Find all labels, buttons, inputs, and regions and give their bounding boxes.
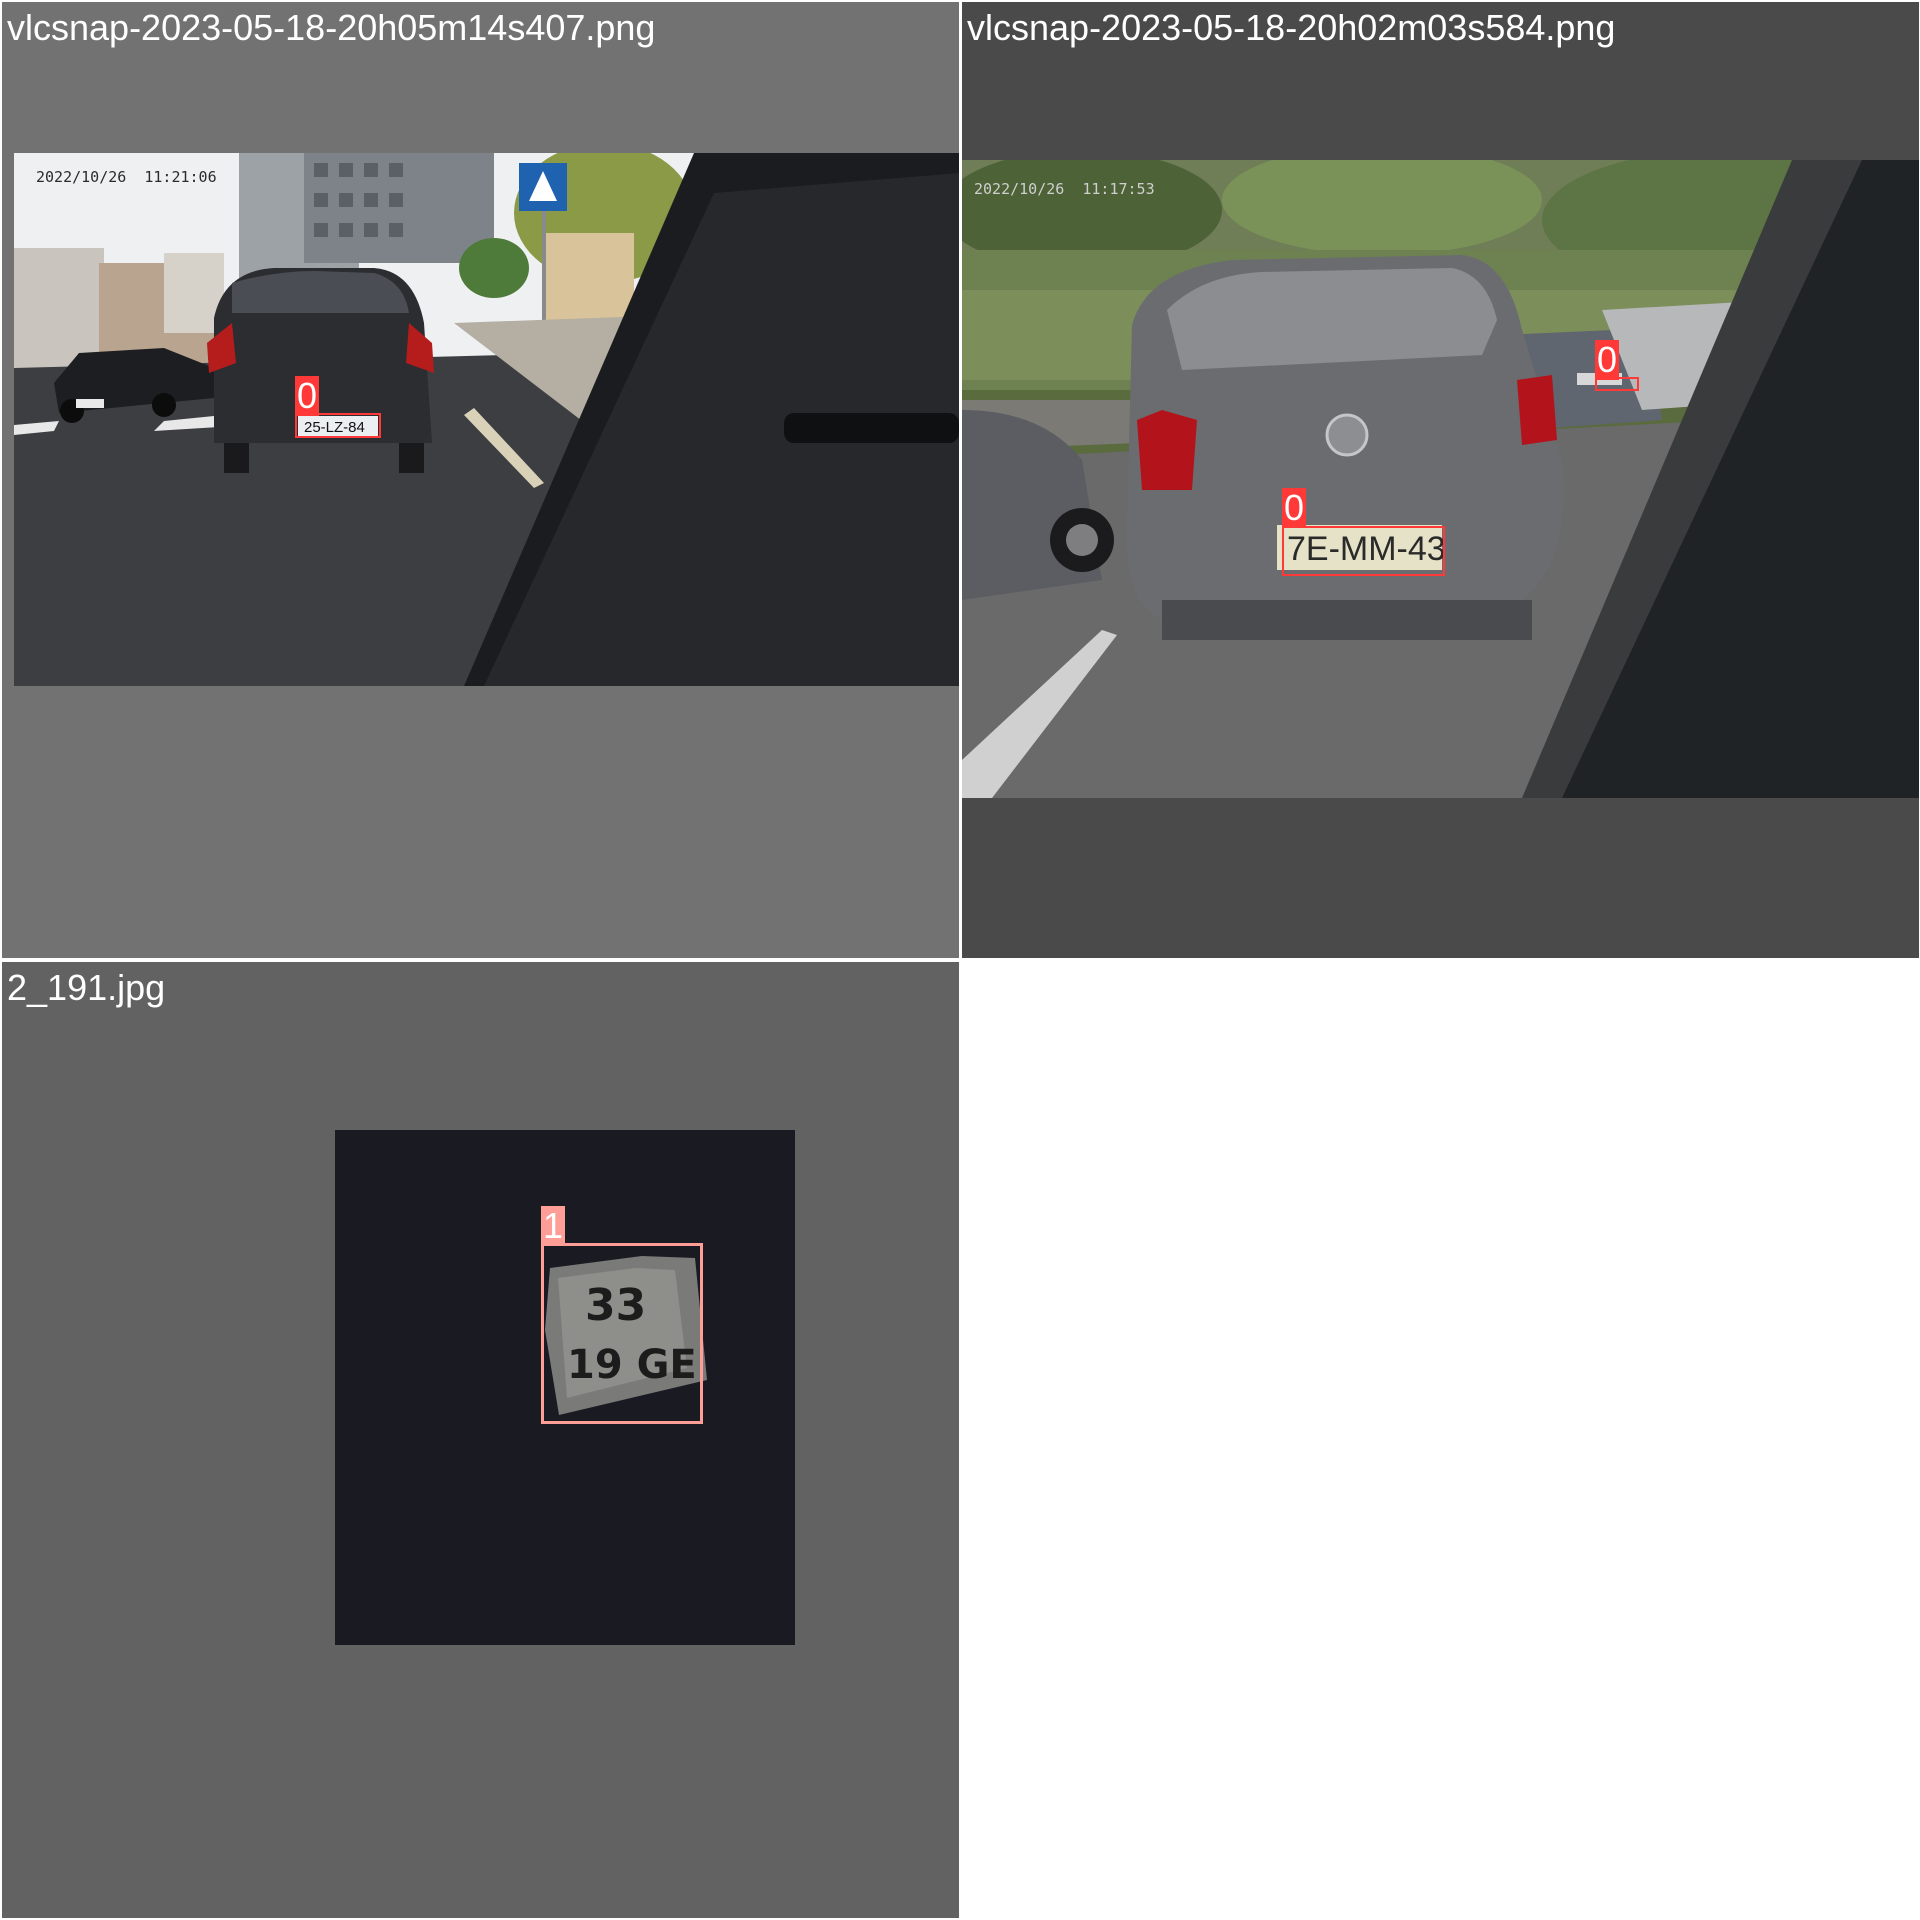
tile-1-detection-box <box>295 413 381 438</box>
tile-2-detection-label-2: 0 <box>1595 339 1619 380</box>
mosaic-tile-1: vlcsnap-2023-05-18-20h05m14s407.png 25-L… <box>2 2 959 958</box>
tile-1-photo: 25-LZ-84 2022/10/26 11:21:06 <box>14 153 959 686</box>
tile-3-detection-box <box>541 1243 703 1424</box>
tile-2-timestamp: 2022/10/26 11:17:53 <box>974 180 1155 198</box>
mosaic-tile-3: 2_191.jpg 33 19 GE 1 <box>2 962 959 1918</box>
tile-1-detection-label: 0 <box>295 375 319 416</box>
empty-quadrant <box>962 962 1919 1918</box>
tile-2-photo: 7E-MM-43 2022/10/26 11:17:53 <box>962 160 1919 798</box>
tile-3-detection-label: 1 <box>541 1205 565 1246</box>
tile-2-filename: vlcsnap-2023-05-18-20h02m03s584.png <box>967 7 1616 48</box>
tile-2-detection-box-1 <box>1282 526 1445 576</box>
tile-3-filename: 2_191.jpg <box>7 967 166 1008</box>
tile-2-detection-label-1: 0 <box>1282 487 1306 528</box>
tile-1-filename: vlcsnap-2023-05-18-20h05m14s407.png <box>7 7 656 48</box>
tile-1-timestamp: 2022/10/26 11:21:06 <box>36 168 217 186</box>
mosaic-tile-2: vlcsnap-2023-05-18-20h02m03s584.png 7E-M… <box>962 2 1919 958</box>
